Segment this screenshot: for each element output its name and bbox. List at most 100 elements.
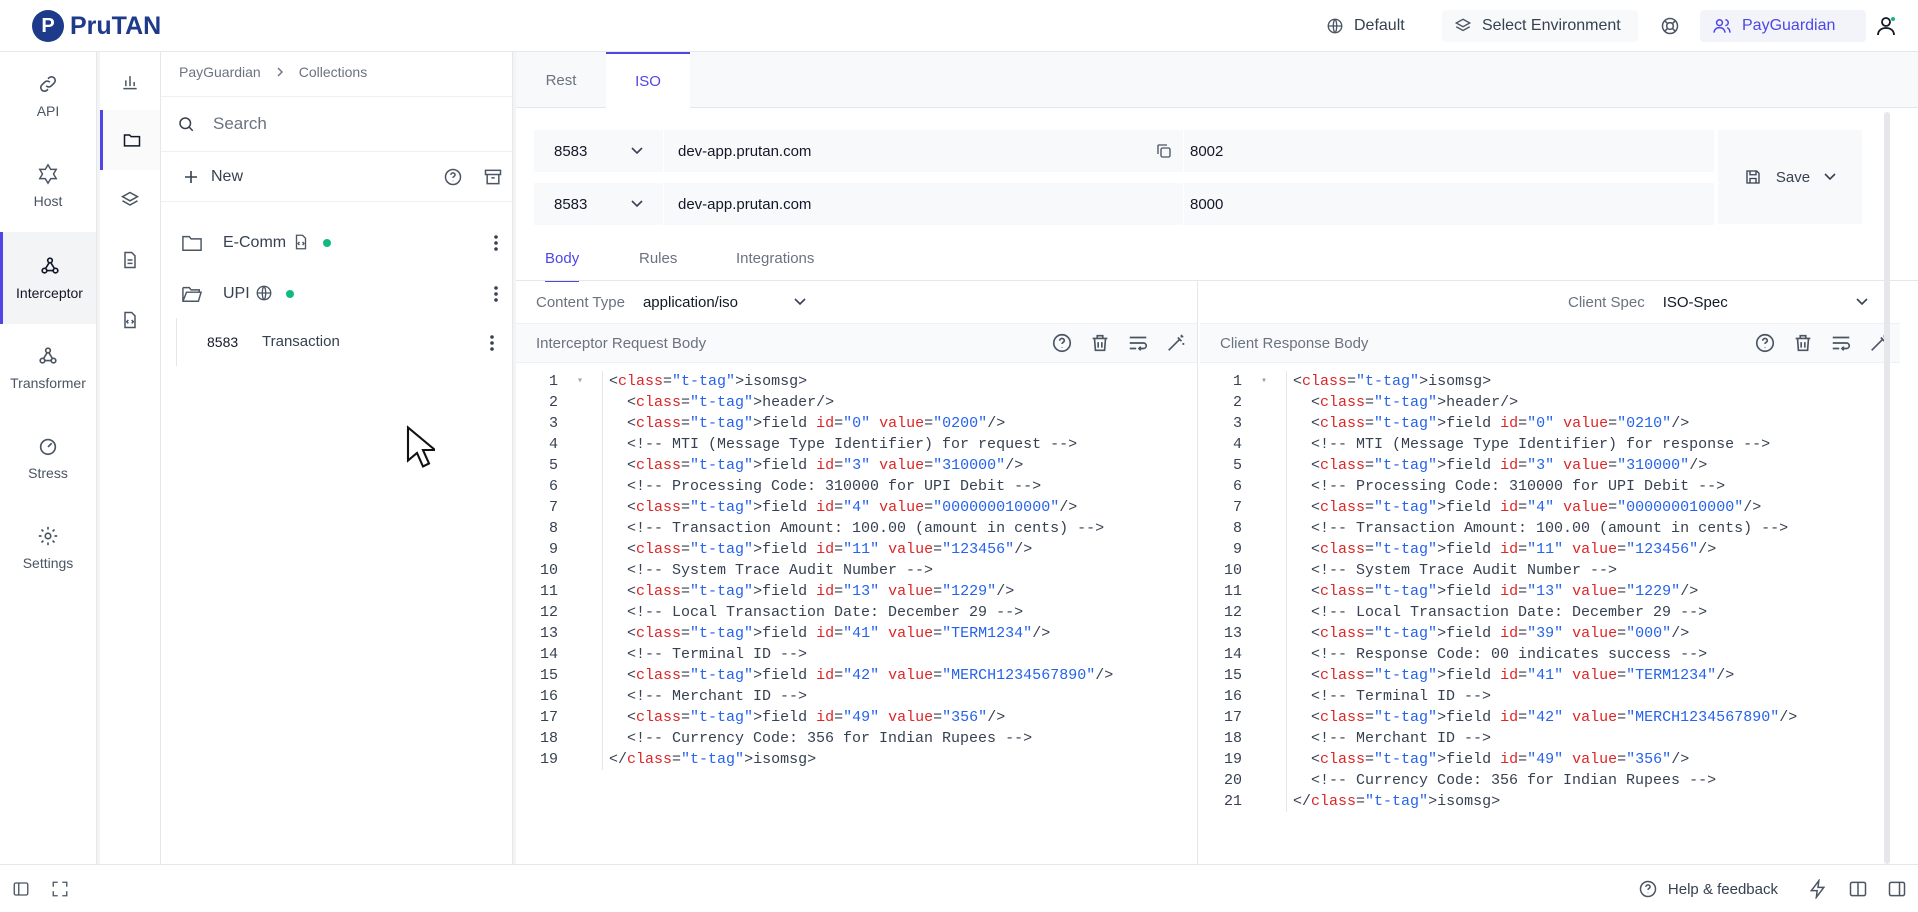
port-value: 8583 <box>554 195 588 213</box>
sidebar-toggle-icon[interactable] <box>12 880 30 898</box>
nav-item-api[interactable]: API <box>0 56 96 136</box>
more-options-icon[interactable] <box>493 234 499 252</box>
user-menu-button[interactable] <box>1874 10 1898 42</box>
target-port-value: 8000 <box>1190 195 1224 213</box>
gutter-divider <box>602 476 603 497</box>
save-button[interactable]: Save <box>1718 130 1862 224</box>
trash-icon[interactable] <box>1089 332 1111 354</box>
code-text: <class="t-tag">header/> <box>609 394 835 411</box>
line-number: 7 <box>548 499 558 516</box>
more-options-icon[interactable] <box>489 334 495 352</box>
archive-icon[interactable] <box>483 167 503 187</box>
new-button[interactable]: New <box>211 168 243 186</box>
collection-item-upi[interactable]: UPI <box>161 269 513 319</box>
code-text: <!-- Processing Code: 310000 for UPI Deb… <box>1293 478 1726 495</box>
fold-toggle-icon <box>1242 665 1286 686</box>
fullscreen-icon[interactable] <box>51 880 69 898</box>
help-icon[interactable] <box>1754 332 1776 354</box>
help-feedback-button[interactable]: Help & feedback <box>1638 879 1778 899</box>
interceptor-host-field[interactable]: dev-app.prutan.com <box>664 130 1184 172</box>
fold-toggle-icon[interactable]: ▾ <box>1242 371 1286 392</box>
host-value: dev-app.prutan.com <box>678 195 812 213</box>
request-item-transaction[interactable]: 8583 Transaction <box>161 318 513 366</box>
gutter-divider <box>1286 518 1287 539</box>
code-line: 6 <!-- Processing Code: 310000 for UPI D… <box>1200 476 1797 497</box>
help-icon[interactable] <box>443 167 463 187</box>
fold-toggle-icon[interactable]: ▾ <box>558 371 602 392</box>
fold-toggle-icon <box>558 644 602 665</box>
code-line: 8 <!-- Transaction Amount: 100.00 (amoun… <box>516 518 1113 539</box>
code-line: 8 <!-- Transaction Amount: 100.00 (amoun… <box>1200 518 1797 539</box>
fold-toggle-icon <box>558 497 602 518</box>
nav-item-interceptor[interactable]: Interceptor <box>0 232 96 324</box>
gutter-divider <box>1286 539 1287 560</box>
search-input[interactable] <box>213 114 473 134</box>
default-workspace-button[interactable]: Default <box>1314 10 1417 42</box>
content-type-select[interactable]: application/iso <box>643 294 806 311</box>
breadcrumb-workspace[interactable]: PayGuardian <box>179 64 261 80</box>
gutter-divider <box>602 602 603 623</box>
more-options-icon[interactable] <box>493 285 499 303</box>
nav-item-host[interactable]: Host <box>0 146 96 226</box>
environments-button[interactable] <box>100 170 160 230</box>
chevron-down-icon <box>794 298 806 306</box>
tab-integrations[interactable]: Integrations <box>736 250 814 282</box>
nav-item-stress[interactable]: Stress <box>0 418 96 498</box>
fold-toggle-icon <box>1242 434 1286 455</box>
help-icon <box>1638 879 1658 899</box>
client-spec-select[interactable]: ISO-Spec <box>1663 294 1868 311</box>
magic-wand-icon[interactable] <box>1165 332 1187 354</box>
documents-button[interactable] <box>100 230 160 290</box>
response-panel: Client Spec ISO-Spec Client Response Bod… <box>1200 281 1900 864</box>
logo[interactable]: P PruTAN <box>32 10 161 42</box>
fold-toggle-icon <box>1242 518 1286 539</box>
nav-item-settings[interactable]: Settings <box>0 508 96 588</box>
analytics-button[interactable] <box>100 52 160 112</box>
select-environment-button[interactable]: Select Environment <box>1442 10 1638 42</box>
chevron-down-icon[interactable] <box>1824 173 1836 181</box>
tab-rest[interactable]: Rest <box>516 52 606 108</box>
fold-toggle-icon <box>558 476 602 497</box>
folder-open-icon <box>181 284 203 304</box>
tab-iso[interactable]: ISO <box>606 52 690 109</box>
collection-item-ecomm[interactable]: E-Comm <box>161 218 513 268</box>
wrap-text-icon[interactable] <box>1127 332 1149 354</box>
copy-icon[interactable] <box>1155 142 1173 160</box>
collections-button[interactable] <box>100 110 160 170</box>
search-bar <box>161 96 513 152</box>
split-view-icon[interactable] <box>1848 879 1868 899</box>
tab-body[interactable]: Body <box>545 250 580 282</box>
interceptor-port-select[interactable]: 8583 <box>534 130 664 172</box>
interceptor-target-port-field[interactable]: 8002 <box>1184 143 1223 160</box>
code-text: <!-- Response Code: 00 indicates success… <box>1293 646 1708 663</box>
folder-icon <box>122 130 142 150</box>
client-host-field[interactable]: dev-app.prutan.com <box>664 183 1184 225</box>
bar-chart-icon <box>120 72 140 92</box>
wrap-text-icon[interactable] <box>1830 332 1852 354</box>
client-port-select[interactable]: 8583 <box>534 183 664 225</box>
support-button[interactable] <box>1654 10 1686 42</box>
gutter-divider <box>602 707 603 728</box>
breadcrumb-collections[interactable]: Collections <box>299 64 367 80</box>
nav-item-transformer[interactable]: Transformer <box>0 328 96 408</box>
line-number: 4 <box>1232 436 1242 453</box>
gutter-divider <box>1286 770 1287 791</box>
document-icon <box>120 250 140 270</box>
scrollbar[interactable] <box>1884 112 1890 864</box>
code-line: 15 <class="t-tag">field id="41" value="T… <box>1200 665 1797 686</box>
client-endpoint-row: 8583 dev-app.prutan.com 8000 <box>534 183 1714 225</box>
history-button[interactable] <box>100 290 160 350</box>
client-target-port-field[interactable]: 8000 <box>1184 196 1223 213</box>
tab-rules[interactable]: Rules <box>639 250 677 282</box>
save-icon <box>1744 168 1762 186</box>
workspace-button[interactable]: PayGuardian <box>1700 10 1866 42</box>
request-code-editor[interactable]: 1 ▾ <class="t-tag">isomsg> 2 <class="t-tag"… <box>516 371 1113 770</box>
trash-icon[interactable] <box>1792 332 1814 354</box>
code-line: 13 <class="t-tag">field id="41" value="T… <box>516 623 1113 644</box>
response-code-editor[interactable]: 1 ▾ <class="t-tag">isomsg> 2 <class="t-tag"… <box>1200 371 1797 812</box>
fold-toggle-icon <box>558 728 602 749</box>
help-icon[interactable] <box>1051 332 1073 354</box>
panel-right-icon[interactable] <box>1887 879 1907 899</box>
code-line: 7 <class="t-tag">field id="4" value="000… <box>1200 497 1797 518</box>
lightning-icon[interactable] <box>1808 879 1828 899</box>
